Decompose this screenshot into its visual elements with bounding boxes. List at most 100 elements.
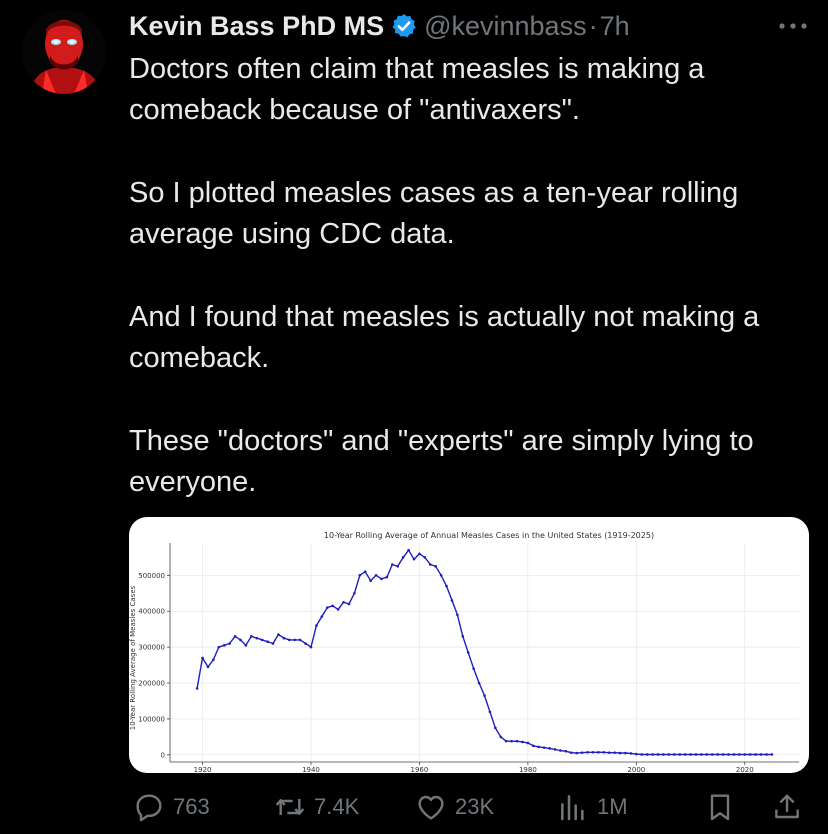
chart-y-axis-label: 10-Year Rolling Average of Measles Cases xyxy=(129,585,137,730)
data-point xyxy=(770,753,774,756)
data-point xyxy=(678,753,682,756)
data-point xyxy=(217,645,221,649)
data-point xyxy=(526,741,530,745)
data-point xyxy=(640,753,644,756)
data-point xyxy=(716,753,719,756)
data-point xyxy=(667,753,671,756)
data-point xyxy=(407,548,410,552)
data-point xyxy=(385,575,389,579)
avatar-image xyxy=(22,10,106,94)
repost-icon xyxy=(275,799,305,815)
data-point xyxy=(542,746,546,749)
data-point xyxy=(510,739,513,743)
bookmark-icon xyxy=(710,794,730,821)
data-point xyxy=(645,753,649,756)
repost-count: 7.4K xyxy=(314,794,360,819)
x-tick-label: 1940 xyxy=(302,766,320,773)
bookmark-button[interactable] xyxy=(704,786,736,828)
chart-ticks: 0 100000 200000 300000 400000 500000 1920 1940 1… xyxy=(138,572,753,773)
data-point xyxy=(602,751,606,754)
data-point xyxy=(201,656,204,660)
data-point xyxy=(277,633,280,636)
data-point xyxy=(456,613,459,617)
data-point xyxy=(353,591,356,595)
data-point xyxy=(499,735,503,739)
data-point xyxy=(282,636,286,640)
author-handle[interactable]: @kevinnbass xyxy=(424,11,587,42)
x-tick-label: 1920 xyxy=(194,766,212,773)
heart-icon xyxy=(418,795,444,820)
data-point xyxy=(363,570,367,574)
data-point xyxy=(347,602,351,606)
data-point xyxy=(580,751,584,754)
data-point xyxy=(672,753,676,756)
views-count: 1M xyxy=(597,794,628,819)
views-button[interactable]: 1M xyxy=(557,786,628,828)
data-point xyxy=(504,739,508,743)
data-point xyxy=(228,642,231,645)
data-point xyxy=(613,751,616,754)
data-point xyxy=(738,753,741,756)
data-point xyxy=(689,753,692,756)
data-point xyxy=(380,577,383,581)
data-point xyxy=(396,565,400,568)
data-point xyxy=(434,565,437,568)
data-point xyxy=(206,665,210,669)
data-point xyxy=(521,740,524,744)
tweet-paragraph: And I found that measles is actually not… xyxy=(129,301,760,374)
data-point xyxy=(445,584,448,588)
data-point xyxy=(635,752,638,756)
data-point xyxy=(591,751,595,754)
data-point xyxy=(494,726,497,730)
more-dots-icon[interactable] xyxy=(778,14,808,38)
data-point xyxy=(266,640,269,644)
data-point xyxy=(423,556,427,559)
data-point xyxy=(488,710,492,714)
data-point xyxy=(748,753,752,756)
data-point xyxy=(694,753,698,756)
data-point xyxy=(710,753,714,756)
data-point xyxy=(727,753,730,756)
x-tick-label: 1980 xyxy=(519,766,537,773)
data-point xyxy=(233,635,237,638)
data-point xyxy=(439,574,443,577)
data-point xyxy=(532,744,535,748)
data-point xyxy=(597,751,600,754)
data-point xyxy=(466,651,470,654)
reply-button[interactable]: 763 xyxy=(133,786,210,828)
author-name[interactable]: Kevin Bass PhD MS xyxy=(129,11,384,42)
data-point xyxy=(732,753,736,756)
reply-icon xyxy=(136,794,162,822)
avatar[interactable] xyxy=(22,10,106,94)
tweet-paragraph: These "doctors" and "experts" are simply… xyxy=(129,425,754,498)
data-point xyxy=(721,753,725,756)
data-point xyxy=(428,563,432,566)
y-tick-label: 200000 xyxy=(138,680,165,688)
data-point xyxy=(336,608,340,611)
data-point xyxy=(358,574,362,577)
share-button[interactable] xyxy=(771,786,803,828)
chart-series xyxy=(195,548,774,756)
data-point xyxy=(618,751,622,755)
data-point xyxy=(765,753,768,756)
data-point xyxy=(331,604,334,608)
x-tick-label: 2000 xyxy=(627,766,645,773)
data-point xyxy=(255,636,259,640)
data-point xyxy=(537,745,541,749)
reply-count: 763 xyxy=(173,794,210,819)
data-point xyxy=(651,753,654,756)
like-button[interactable]: 23K xyxy=(415,786,494,828)
data-point xyxy=(369,579,372,582)
data-point xyxy=(315,624,318,627)
data-point xyxy=(656,753,660,756)
data-point xyxy=(743,753,747,756)
repost-button[interactable]: 7.4K xyxy=(274,786,359,828)
data-point xyxy=(662,753,665,756)
data-point xyxy=(754,753,757,756)
tweet-timestamp[interactable]: 7h xyxy=(600,11,630,42)
y-tick-label: 100000 xyxy=(138,715,165,723)
tweet-paragraph: So I plotted measles cases as a ten-year… xyxy=(129,177,739,250)
data-point xyxy=(629,752,633,755)
data-point xyxy=(705,753,709,756)
tweet-image-chart[interactable]: 10-Year Rolling Average of Annual Measle… xyxy=(129,517,809,773)
